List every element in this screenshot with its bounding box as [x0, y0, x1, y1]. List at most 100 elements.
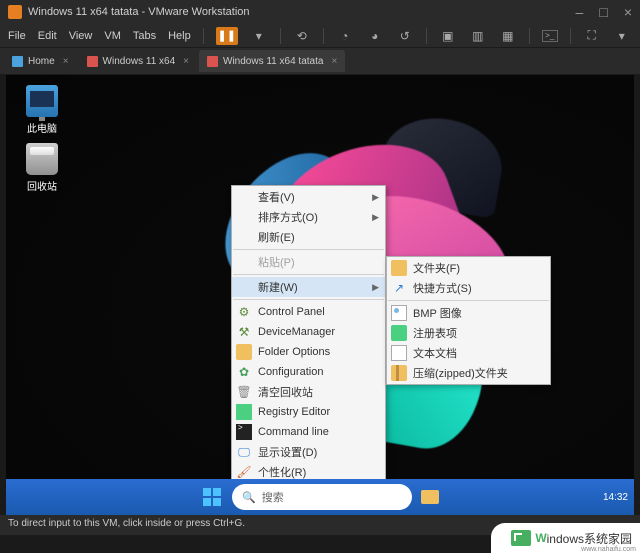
pause-button[interactable]: ❚❚	[216, 27, 238, 45]
taskbar-search[interactable]: 🔍 搜索	[232, 484, 412, 510]
submenu-arrow-icon: ▶	[372, 282, 379, 293]
multiview-icon[interactable]: ▦	[499, 27, 517, 45]
watermark-badge: Windows系统家园 www.nahaifu.com	[491, 523, 640, 553]
configuration-icon: ✿	[236, 364, 252, 380]
folder-icon	[421, 490, 439, 504]
watermark-logo-icon	[511, 530, 531, 546]
status-text: To direct input to this VM, click inside…	[8, 518, 245, 529]
menu-control-panel[interactable]: ⚙Control Panel	[232, 302, 385, 322]
menu-sort[interactable]: 排序方式(O)▶	[232, 207, 385, 227]
snapshot-revert-icon[interactable]: ↺	[396, 27, 414, 45]
snapshot-manage-icon[interactable]: ◕	[366, 27, 384, 45]
submenu-arrow-icon: ▶	[372, 212, 379, 223]
registry-icon	[236, 404, 252, 420]
terminal-icon	[236, 424, 252, 440]
menu-refresh[interactable]: 刷新(E)	[232, 227, 385, 247]
menu-folder-options[interactable]: Folder Options	[232, 342, 385, 362]
watermark-url: www.nahaifu.com	[581, 546, 636, 553]
icon-label: 回收站	[14, 178, 70, 193]
menu-view[interactable]: View	[69, 30, 93, 42]
maximize-button[interactable]: □	[599, 4, 607, 20]
menu-separator	[388, 300, 549, 301]
desktop-icon-recycle-bin[interactable]: 回收站	[14, 143, 70, 193]
tab-label: Windows 11 x64	[103, 56, 176, 67]
windows-logo-icon	[202, 487, 222, 507]
send-ctrl-alt-del-icon[interactable]: ⟲	[293, 27, 311, 45]
vm-icon	[87, 56, 98, 67]
watermark-text: indows系统家园	[547, 530, 632, 547]
control-panel-icon: ⚙	[236, 304, 252, 320]
tab-label: Home	[28, 56, 55, 67]
tab-home[interactable]: Home ×	[4, 50, 77, 72]
tab-close-icon[interactable]: ×	[331, 56, 337, 67]
menu-registry-editor[interactable]: Registry Editor	[232, 402, 385, 422]
zip-file-icon	[391, 365, 407, 381]
menu-new-reg[interactable]: 注册表项	[387, 323, 550, 343]
menu-new[interactable]: 新建(W)▶	[232, 277, 385, 297]
personalize-icon: 🖌	[236, 464, 252, 480]
vmware-menubar: File Edit View VM Tabs Help ❚❚ ▾ ⟲ ◔ ◕ ↺…	[0, 24, 640, 48]
image-file-icon	[391, 305, 407, 321]
new-submenu: 文件夹(F) ↗快捷方式(S) BMP 图像 注册表项 文本文档 压缩(zipp…	[386, 256, 551, 385]
recycle-bin-icon	[26, 143, 58, 175]
desktop-context-menu: 查看(V)▶ 排序方式(O)▶ 刷新(E) 粘贴(P) 新建(W)▶ ⚙Cont…	[231, 185, 386, 504]
icon-label: 此电脑	[14, 120, 70, 135]
menu-new-txt[interactable]: 文本文档	[387, 343, 550, 363]
device-manager-icon: ⚒	[236, 324, 252, 340]
vmware-app-icon	[8, 5, 22, 19]
menu-new-bmp[interactable]: BMP 图像	[387, 303, 550, 323]
folder-options-icon	[236, 344, 252, 360]
tab-label: Windows 11 x64 tatata	[223, 56, 323, 67]
close-button[interactable]: ×	[624, 4, 632, 20]
tab-vm2-active[interactable]: Windows 11 x64 tatata ×	[199, 50, 345, 72]
vmware-titlebar: Windows 11 x64 tatata - VMware Workstati…	[0, 0, 640, 24]
home-icon	[12, 56, 23, 67]
vm-icon	[207, 56, 218, 67]
trash-icon: 🗑	[236, 384, 252, 400]
menu-view[interactable]: 查看(V)▶	[232, 187, 385, 207]
snapshot-icon[interactable]: ◔	[336, 27, 354, 45]
unity-icon[interactable]: ▣	[439, 27, 457, 45]
menu-new-folder[interactable]: 文件夹(F)	[387, 258, 550, 278]
menu-tabs[interactable]: Tabs	[133, 30, 156, 42]
dropdown-icon[interactable]: ▾	[250, 27, 268, 45]
menu-help[interactable]: Help	[168, 30, 191, 42]
windows-taskbar: 🔍 搜索 14:32	[6, 479, 634, 515]
menu-paste: 粘贴(P)	[232, 252, 385, 272]
submenu-arrow-icon: ▶	[372, 192, 379, 203]
this-pc-icon	[26, 85, 58, 117]
menu-configuration[interactable]: ✿Configuration	[232, 362, 385, 382]
folder-icon	[391, 260, 407, 276]
taskbar-explorer[interactable]	[418, 485, 442, 509]
menu-command-line[interactable]: Command line	[232, 422, 385, 442]
shortcut-icon: ↗	[391, 280, 407, 296]
menu-vm[interactable]: VM	[104, 30, 121, 42]
window-title: Windows 11 x64 tatata - VMware Workstati…	[28, 6, 576, 18]
start-button[interactable]	[198, 483, 226, 511]
display-icon: 🖵	[236, 444, 252, 460]
thumbnail-icon[interactable]: ▥	[469, 27, 487, 45]
menu-display-settings[interactable]: 🖵显示设置(D)	[232, 442, 385, 462]
menu-empty-recycle[interactable]: 🗑清空回收站	[232, 382, 385, 402]
menu-separator	[233, 274, 384, 275]
fullscreen-icon[interactable]: ⛶	[583, 27, 601, 45]
menu-file[interactable]: File	[8, 30, 26, 42]
tab-close-icon[interactable]: ×	[63, 56, 69, 67]
vm-display[interactable]: 此电脑 回收站 查看(V)▶ 排序方式(O)▶ 刷新(E) 粘贴(P) 新建(W…	[6, 75, 634, 515]
menu-new-zip[interactable]: 压缩(zipped)文件夹	[387, 363, 550, 383]
menu-new-shortcut[interactable]: ↗快捷方式(S)	[387, 278, 550, 298]
minimize-button[interactable]: –	[576, 4, 584, 20]
menu-device-manager[interactable]: ⚒DeviceManager	[232, 322, 385, 342]
console-icon[interactable]: >_	[542, 30, 558, 42]
taskbar-clock[interactable]: 14:32	[603, 492, 628, 503]
search-placeholder: 搜索	[262, 489, 284, 505]
windows-desktop[interactable]: 此电脑 回收站 查看(V)▶ 排序方式(O)▶ 刷新(E) 粘贴(P) 新建(W…	[6, 75, 634, 515]
desktop-icon-this-pc[interactable]: 此电脑	[14, 85, 70, 135]
fullscreen-dropdown-icon[interactable]: ▾	[613, 27, 631, 45]
search-icon: 🔍	[242, 491, 256, 504]
menu-edit[interactable]: Edit	[38, 30, 57, 42]
tab-close-icon[interactable]: ×	[183, 56, 189, 67]
menu-separator	[233, 249, 384, 250]
vmware-tabbar: Home × Windows 11 x64 × Windows 11 x64 t…	[0, 48, 640, 74]
tab-vm1[interactable]: Windows 11 x64 ×	[79, 50, 197, 72]
